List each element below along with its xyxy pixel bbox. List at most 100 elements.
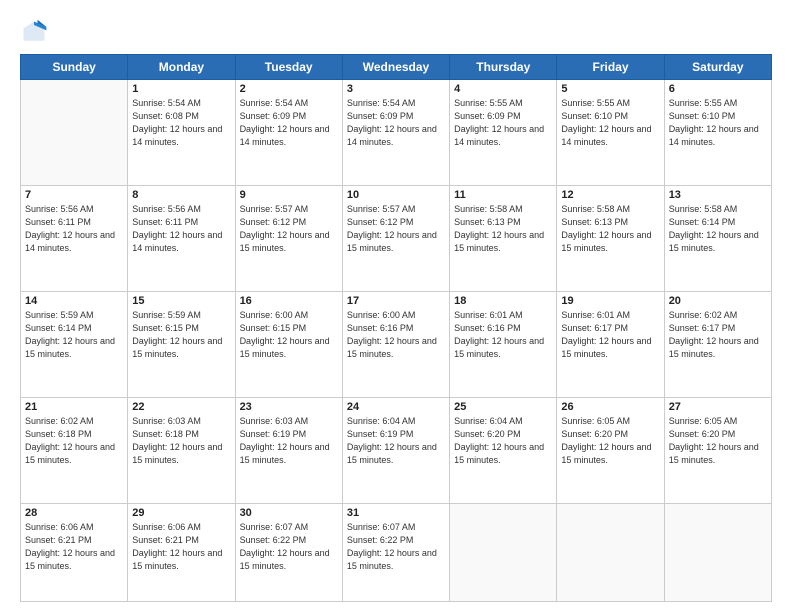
day-info: Sunrise: 5:55 AM Sunset: 6:10 PM Dayligh… bbox=[561, 97, 659, 149]
page: SundayMondayTuesdayWednesdayThursdayFrid… bbox=[0, 0, 792, 612]
calendar-cell: 18Sunrise: 6:01 AM Sunset: 6:16 PM Dayli… bbox=[450, 291, 557, 397]
day-number: 12 bbox=[561, 189, 659, 201]
day-info: Sunrise: 5:54 AM Sunset: 6:09 PM Dayligh… bbox=[347, 97, 445, 149]
calendar-cell: 7 Sunrise: 5:56 AM Sunset: 6:11 PM Daylig… bbox=[21, 185, 128, 291]
day-info: Sunrise: 5:57 AM Sunset: 6:12 PM Dayligh… bbox=[347, 203, 445, 255]
calendar-header-row: SundayMondayTuesdayWednesdayThursdayFrid… bbox=[21, 55, 772, 80]
day-number: 31 bbox=[347, 507, 445, 519]
calendar-cell: 2Sunrise: 5:54 AM Sunset: 6:09 PM Daylig… bbox=[235, 80, 342, 186]
day-info: Sunrise: 6:00 AM Sunset: 6:16 PM Dayligh… bbox=[347, 309, 445, 361]
calendar-day-header: Monday bbox=[128, 55, 235, 80]
day-number: 16 bbox=[240, 295, 338, 307]
day-info: Sunrise: 6:07 AM Sunset: 6:22 PM Dayligh… bbox=[240, 521, 338, 573]
calendar-week-row: 21 Sunrise: 6:02 AM Sunset: 6:18 PM Dayli… bbox=[21, 397, 772, 503]
day-info: Sunrise: 6:05 AM Sunset: 6:20 PM Dayligh… bbox=[561, 415, 659, 467]
day-number: 4 bbox=[454, 83, 552, 95]
day-number: 25 bbox=[454, 401, 552, 413]
calendar-cell: 10 Sunrise: 5:57 AM Sunset: 6:12 PM Dayli… bbox=[342, 185, 449, 291]
day-info: Sunrise: 5:59 AM Sunset: 6:14 PM Dayligh… bbox=[25, 309, 123, 361]
day-number: 7 bbox=[25, 189, 123, 201]
day-number: 30 bbox=[240, 507, 338, 519]
calendar-cell: 16Sunrise: 6:00 AM Sunset: 6:15 PM Dayli… bbox=[235, 291, 342, 397]
day-info: Sunrise: 6:01 AM Sunset: 6:17 PM Dayligh… bbox=[561, 309, 659, 361]
calendar-cell bbox=[664, 503, 771, 602]
day-info: Sunrise: 5:57 AM Sunset: 6:12 PM Dayligh… bbox=[240, 203, 338, 255]
day-number: 29 bbox=[132, 507, 230, 519]
day-info: Sunrise: 6:02 AM Sunset: 6:18 PM Dayligh… bbox=[25, 415, 123, 467]
calendar-cell: 3 Sunrise: 5:54 AM Sunset: 6:09 PM Daylig… bbox=[342, 80, 449, 186]
calendar-cell bbox=[450, 503, 557, 602]
day-number: 8 bbox=[132, 189, 230, 201]
calendar-week-row: 7 Sunrise: 5:56 AM Sunset: 6:11 PM Daylig… bbox=[21, 185, 772, 291]
day-info: Sunrise: 5:55 AM Sunset: 6:10 PM Dayligh… bbox=[669, 97, 767, 149]
day-number: 24 bbox=[347, 401, 445, 413]
calendar-cell: 5 Sunrise: 5:55 AM Sunset: 6:10 PM Daylig… bbox=[557, 80, 664, 186]
day-info: Sunrise: 5:58 AM Sunset: 6:14 PM Dayligh… bbox=[669, 203, 767, 255]
calendar-day-header: Sunday bbox=[21, 55, 128, 80]
day-info: Sunrise: 6:05 AM Sunset: 6:20 PM Dayligh… bbox=[669, 415, 767, 467]
calendar-cell: 22Sunrise: 6:03 AM Sunset: 6:18 PM Dayli… bbox=[128, 397, 235, 503]
day-info: Sunrise: 5:55 AM Sunset: 6:09 PM Dayligh… bbox=[454, 97, 552, 149]
day-number: 6 bbox=[669, 83, 767, 95]
calendar-day-header: Wednesday bbox=[342, 55, 449, 80]
calendar-cell: 29 Sunrise: 6:06 AM Sunset: 6:21 PM Dayli… bbox=[128, 503, 235, 602]
day-info: Sunrise: 6:06 AM Sunset: 6:21 PM Dayligh… bbox=[132, 521, 230, 573]
day-number: 26 bbox=[561, 401, 659, 413]
day-number: 10 bbox=[347, 189, 445, 201]
day-info: Sunrise: 6:04 AM Sunset: 6:19 PM Dayligh… bbox=[347, 415, 445, 467]
day-number: 15 bbox=[132, 295, 230, 307]
calendar-cell: 1Sunrise: 5:54 AM Sunset: 6:08 PM Daylig… bbox=[128, 80, 235, 186]
calendar-cell: 20Sunrise: 6:02 AM Sunset: 6:17 PM Dayli… bbox=[664, 291, 771, 397]
day-info: Sunrise: 6:01 AM Sunset: 6:16 PM Dayligh… bbox=[454, 309, 552, 361]
header bbox=[20, 18, 772, 46]
logo bbox=[20, 18, 52, 46]
day-number: 21 bbox=[25, 401, 123, 413]
calendar-cell bbox=[21, 80, 128, 186]
calendar-cell: 31 Sunrise: 6:07 AM Sunset: 6:22 PM Dayli… bbox=[342, 503, 449, 602]
day-number: 5 bbox=[561, 83, 659, 95]
calendar-table: SundayMondayTuesdayWednesdayThursdayFrid… bbox=[20, 54, 772, 602]
day-number: 28 bbox=[25, 507, 123, 519]
day-number: 27 bbox=[669, 401, 767, 413]
calendar-cell: 17 Sunrise: 6:00 AM Sunset: 6:16 PM Dayli… bbox=[342, 291, 449, 397]
day-info: Sunrise: 5:56 AM Sunset: 6:11 PM Dayligh… bbox=[25, 203, 123, 255]
calendar-cell: 6 Sunrise: 5:55 AM Sunset: 6:10 PM Daylig… bbox=[664, 80, 771, 186]
day-number: 9 bbox=[240, 189, 338, 201]
calendar-cell: 11Sunrise: 5:58 AM Sunset: 6:13 PM Dayli… bbox=[450, 185, 557, 291]
calendar-cell: 15 Sunrise: 5:59 AM Sunset: 6:15 PM Dayli… bbox=[128, 291, 235, 397]
calendar-cell: 4 Sunrise: 5:55 AM Sunset: 6:09 PM Daylig… bbox=[450, 80, 557, 186]
calendar-cell: 8 Sunrise: 5:56 AM Sunset: 6:11 PM Daylig… bbox=[128, 185, 235, 291]
calendar-week-row: 1Sunrise: 5:54 AM Sunset: 6:08 PM Daylig… bbox=[21, 80, 772, 186]
calendar-cell: 23 Sunrise: 6:03 AM Sunset: 6:19 PM Dayli… bbox=[235, 397, 342, 503]
day-info: Sunrise: 6:06 AM Sunset: 6:21 PM Dayligh… bbox=[25, 521, 123, 573]
day-info: Sunrise: 6:07 AM Sunset: 6:22 PM Dayligh… bbox=[347, 521, 445, 573]
calendar-cell: 27 Sunrise: 6:05 AM Sunset: 6:20 PM Dayli… bbox=[664, 397, 771, 503]
day-number: 3 bbox=[347, 83, 445, 95]
calendar-cell: 28 Sunrise: 6:06 AM Sunset: 6:21 PM Dayli… bbox=[21, 503, 128, 602]
calendar-day-header: Saturday bbox=[664, 55, 771, 80]
day-info: Sunrise: 5:56 AM Sunset: 6:11 PM Dayligh… bbox=[132, 203, 230, 255]
calendar-cell: 13 Sunrise: 5:58 AM Sunset: 6:14 PM Dayli… bbox=[664, 185, 771, 291]
calendar-day-header: Thursday bbox=[450, 55, 557, 80]
day-number: 1 bbox=[132, 83, 230, 95]
day-number: 17 bbox=[347, 295, 445, 307]
day-info: Sunrise: 6:03 AM Sunset: 6:19 PM Dayligh… bbox=[240, 415, 338, 467]
calendar-day-header: Tuesday bbox=[235, 55, 342, 80]
day-number: 13 bbox=[669, 189, 767, 201]
calendar-cell: 25Sunrise: 6:04 AM Sunset: 6:20 PM Dayli… bbox=[450, 397, 557, 503]
day-info: Sunrise: 5:59 AM Sunset: 6:15 PM Dayligh… bbox=[132, 309, 230, 361]
calendar-day-header: Friday bbox=[557, 55, 664, 80]
calendar-cell: 9 Sunrise: 5:57 AM Sunset: 6:12 PM Daylig… bbox=[235, 185, 342, 291]
day-info: Sunrise: 5:58 AM Sunset: 6:13 PM Dayligh… bbox=[454, 203, 552, 255]
day-number: 2 bbox=[240, 83, 338, 95]
day-number: 14 bbox=[25, 295, 123, 307]
day-number: 19 bbox=[561, 295, 659, 307]
calendar-cell: 21 Sunrise: 6:02 AM Sunset: 6:18 PM Dayli… bbox=[21, 397, 128, 503]
calendar-cell: 12 Sunrise: 5:58 AM Sunset: 6:13 PM Dayli… bbox=[557, 185, 664, 291]
logo-icon bbox=[20, 18, 48, 46]
calendar-cell: 26 Sunrise: 6:05 AM Sunset: 6:20 PM Dayli… bbox=[557, 397, 664, 503]
calendar-cell: 19 Sunrise: 6:01 AM Sunset: 6:17 PM Dayli… bbox=[557, 291, 664, 397]
day-number: 23 bbox=[240, 401, 338, 413]
day-info: Sunrise: 5:58 AM Sunset: 6:13 PM Dayligh… bbox=[561, 203, 659, 255]
calendar-cell: 30 Sunrise: 6:07 AM Sunset: 6:22 PM Dayli… bbox=[235, 503, 342, 602]
